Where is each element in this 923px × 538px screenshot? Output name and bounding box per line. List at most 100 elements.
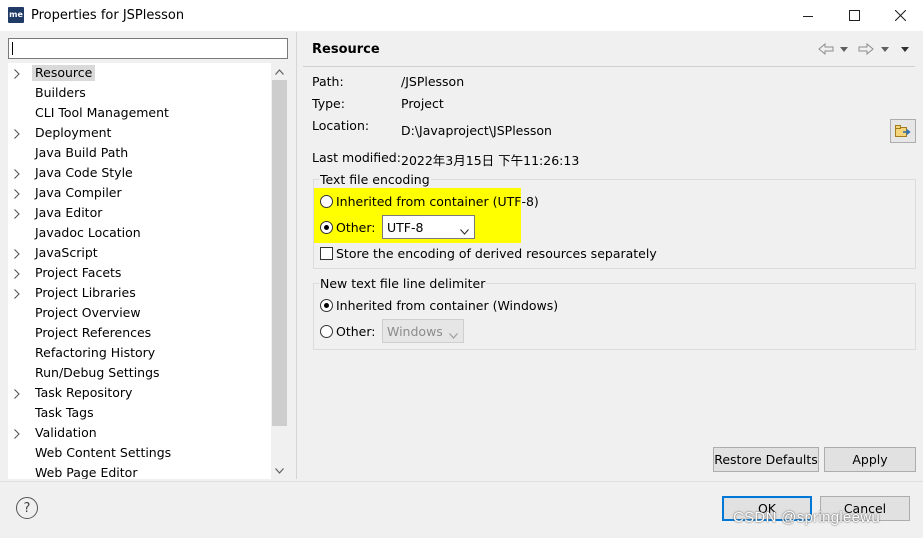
delimiter-other-label[interactable]: Other: xyxy=(336,324,375,339)
tree-item-label: Java Editor xyxy=(35,205,103,220)
line-delimiter-title: New text file line delimiter xyxy=(319,276,487,291)
restore-defaults-button[interactable]: Restore Defaults xyxy=(713,447,819,472)
tree-item-label: Resource xyxy=(32,65,96,81)
encoding-other-label[interactable]: Other: xyxy=(336,220,375,235)
text-file-encoding-title: Text file encoding xyxy=(319,172,431,187)
tree-item[interactable]: Resource xyxy=(8,63,270,83)
tree-item-label: Refactoring History xyxy=(35,345,156,360)
back-menu-chevron-down-icon[interactable] xyxy=(840,40,848,58)
chevron-right-icon[interactable] xyxy=(14,287,24,299)
footer-separator xyxy=(0,481,923,482)
path-value: /JSPlesson xyxy=(401,74,465,89)
chevron-right-icon[interactable] xyxy=(14,167,24,179)
delimiter-other-radio[interactable] xyxy=(320,325,333,338)
tree-item[interactable]: Project Overview xyxy=(8,303,270,323)
tree-item-label: Validation xyxy=(35,425,97,440)
tree-item-label: Web Content Settings xyxy=(35,445,172,460)
delimiter-inherited-radio[interactable] xyxy=(320,299,333,312)
delimiter-select[interactable]: Windows xyxy=(382,319,464,343)
tree-item[interactable]: CLI Tool Management xyxy=(8,103,270,123)
chevron-right-icon[interactable] xyxy=(14,127,24,139)
forward-menu-chevron-down-icon[interactable] xyxy=(881,40,889,58)
back-arrow-icon[interactable] xyxy=(818,40,834,58)
tree-item[interactable]: Run/Debug Settings xyxy=(8,363,270,383)
tree-item-label: Project References xyxy=(35,325,152,340)
tree-item-label: Web Page Editor xyxy=(35,465,138,479)
tree-item[interactable]: Web Page Editor xyxy=(8,463,270,479)
last-modified-label: Last modified: xyxy=(312,150,401,165)
chevron-right-icon[interactable] xyxy=(14,67,24,79)
header-separator xyxy=(303,66,915,67)
tree-item[interactable]: Refactoring History xyxy=(8,343,270,363)
tree-item-label: Deployment xyxy=(35,125,112,140)
filter-input-box[interactable] xyxy=(8,38,288,59)
filter-input[interactable] xyxy=(9,39,287,58)
help-icon[interactable]: ? xyxy=(16,497,38,519)
close-button[interactable] xyxy=(877,0,923,31)
encoding-select[interactable]: UTF-8 xyxy=(382,215,475,239)
tree-item[interactable]: Java Code Style xyxy=(8,163,270,183)
apply-button[interactable]: Apply xyxy=(824,447,916,472)
show-in-explorer-button[interactable] xyxy=(890,119,916,143)
tree-item-label: Java Build Path xyxy=(35,145,129,160)
tree-item-label: Javadoc Location xyxy=(35,225,141,240)
delimiter-select-value: Windows xyxy=(387,324,443,339)
tree-item-label: CLI Tool Management xyxy=(35,105,169,120)
tree-item-label: Project Libraries xyxy=(35,285,136,300)
tree-item[interactable]: Java Build Path xyxy=(8,143,270,163)
maximize-button[interactable] xyxy=(831,0,877,31)
chevron-right-icon[interactable] xyxy=(14,247,24,259)
chevron-right-icon[interactable] xyxy=(14,387,24,399)
tree-item[interactable]: JavaScript xyxy=(8,243,270,263)
open-folder-icon xyxy=(895,124,911,137)
scroll-up-arrow-icon[interactable] xyxy=(271,63,288,80)
last-modified-value: 2022年3月15日 下午11:26:13 xyxy=(401,153,580,168)
tree-item[interactable]: Task Tags xyxy=(8,403,270,423)
tree-item-label: Project Facets xyxy=(35,265,122,280)
delimiter-inherited-label[interactable]: Inherited from container (Windows) xyxy=(336,298,558,313)
location-label: Location: xyxy=(312,118,370,133)
chevron-right-icon[interactable] xyxy=(14,207,24,219)
tree-item[interactable]: Java Editor xyxy=(8,203,270,223)
store-derived-encoding-checkbox[interactable] xyxy=(320,247,333,260)
minimize-icon xyxy=(803,15,813,17)
type-value: Project xyxy=(401,96,444,111)
scrollbar-thumb[interactable] xyxy=(272,80,287,426)
scroll-down-arrow-icon[interactable] xyxy=(271,462,288,479)
store-derived-encoding-label[interactable]: Store the encoding of derived resources … xyxy=(336,246,657,261)
text-caret xyxy=(12,42,13,55)
close-icon xyxy=(894,10,906,21)
window-title: Properties for JSPlesson xyxy=(31,8,185,23)
chevron-down-icon xyxy=(460,223,469,238)
tree-item[interactable]: Validation xyxy=(8,423,270,443)
chevron-right-icon[interactable] xyxy=(14,187,24,199)
view-menu-chevron-down-icon[interactable] xyxy=(901,40,909,58)
tree-item-label: JavaScript xyxy=(35,245,98,260)
tree-item[interactable]: Project Facets xyxy=(8,263,270,283)
encoding-inherited-label[interactable]: Inherited from container (UTF-8) xyxy=(336,194,539,209)
tree-item[interactable]: Javadoc Location xyxy=(8,223,270,243)
chevron-right-icon[interactable] xyxy=(14,267,24,279)
minimize-button[interactable] xyxy=(785,0,831,31)
tree-item-label: Builders xyxy=(35,85,86,100)
tree-item[interactable]: Web Content Settings xyxy=(8,443,270,463)
tree-scrollbar[interactable] xyxy=(271,63,288,479)
chevron-right-icon[interactable] xyxy=(14,427,24,439)
tree-item[interactable]: Builders xyxy=(8,83,270,103)
app-icon: me xyxy=(8,7,24,23)
tree-item-label: Project Overview xyxy=(35,305,141,320)
tree-item[interactable]: Task Repository xyxy=(8,383,270,403)
path-label: Path: xyxy=(312,74,344,89)
forward-arrow-icon[interactable] xyxy=(858,40,874,58)
location-value: D:\Javaproject\JSPlesson xyxy=(401,123,552,138)
tree-item[interactable]: Deployment xyxy=(8,123,270,143)
tree-item[interactable]: Java Compiler xyxy=(8,183,270,203)
tree-item[interactable]: Project References xyxy=(8,323,270,343)
tree-item[interactable]: Project Libraries xyxy=(8,283,270,303)
encoding-other-radio[interactable] xyxy=(320,221,333,234)
encoding-inherited-radio[interactable] xyxy=(320,195,333,208)
history-navigation xyxy=(816,40,916,58)
tree-item-label: Java Compiler xyxy=(35,185,122,200)
panel-splitter[interactable] xyxy=(296,32,297,479)
watermark: CSDN @springleewu xyxy=(733,509,881,526)
